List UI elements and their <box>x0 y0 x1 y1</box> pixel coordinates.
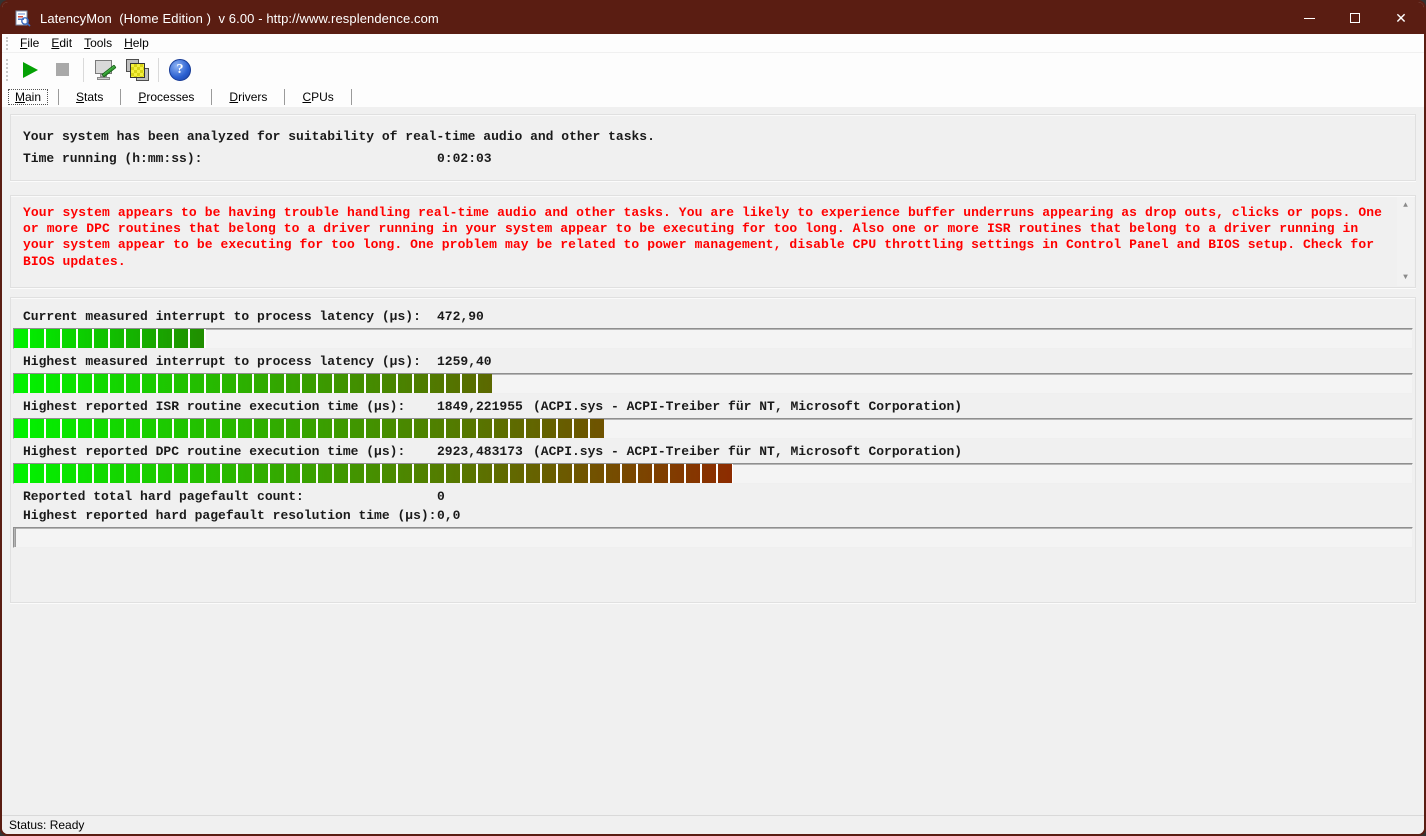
latency-bar <box>14 329 206 348</box>
latency-bar-track <box>13 463 1413 484</box>
tab-separator <box>120 88 122 105</box>
latency-stats-panel: Current measured interrupt to process la… <box>10 297 1416 603</box>
time-running-value: 0:02:03 <box>437 151 492 166</box>
latencymon-window: LatencyMon (Home Edition ) v 6.00 - http… <box>0 0 1426 836</box>
minimize-button[interactable] <box>1286 2 1332 34</box>
stat-row-dpc-time: Highest reported DPC routine execution t… <box>23 444 1413 459</box>
stat-label: Highest reported ISR routine execution t… <box>23 399 406 414</box>
zero-tick <box>15 528 16 547</box>
menubar: File Edit Tools Help <box>2 34 1424 53</box>
analysis-line: Your system has been analyzed for suitab… <box>23 129 655 144</box>
menu-edit[interactable]: Edit <box>45 34 78 52</box>
latency-bar-track <box>13 418 1413 439</box>
processes-windows-icon <box>124 58 150 82</box>
menubar-gripper[interactable] <box>6 36 8 50</box>
tab-drivers[interactable]: Drivers <box>222 89 274 105</box>
toolbar-gripper[interactable] <box>6 58 8 81</box>
stat-extra: (ACPI.sys - ACPI-Treiber für NT, Microso… <box>533 444 963 459</box>
toolbar: ? <box>2 53 1424 86</box>
toolbar-separator <box>83 57 84 82</box>
status-text: Status: Ready <box>9 818 85 832</box>
analysis-report-panel: Your system has been analyzed for suitab… <box>10 114 1416 181</box>
pagefault-bar-track <box>13 527 1413 548</box>
stat-row-pagefault-count: Reported total hard pagefault count: 0 <box>23 489 1413 504</box>
tab-separator <box>284 88 286 105</box>
stat-label: Reported total hard pagefault count: <box>23 489 304 504</box>
warning-scrollbar[interactable]: ▲ ▼ <box>1397 197 1414 286</box>
maximize-icon <box>1350 13 1360 23</box>
stat-value: 1849,221955 <box>437 399 523 414</box>
scroll-up-icon[interactable]: ▲ <box>1397 197 1414 214</box>
help-button[interactable]: ? <box>165 56 195 84</box>
window-title: LatencyMon (Home Edition ) v 6.00 - http… <box>40 10 439 26</box>
close-button[interactable]: ✕ <box>1378 2 1424 34</box>
tab-separator <box>350 88 352 105</box>
help-icon: ? <box>169 58 191 81</box>
stop-icon <box>55 63 69 76</box>
stat-value: 1259,40 <box>437 354 492 369</box>
stat-row-current-latency: Current measured interrupt to process la… <box>23 309 1413 324</box>
stat-row-highest-latency: Highest measured interrupt to process la… <box>23 354 1413 369</box>
statusbar: Status: Ready <box>2 815 1424 834</box>
maximize-button[interactable] <box>1332 2 1378 34</box>
analyze-monitor-icon <box>93 58 117 82</box>
stat-label: Highest measured interrupt to process la… <box>23 354 421 369</box>
stat-label: Highest reported hard pagefault resoluti… <box>23 508 437 523</box>
stat-label: Current measured interrupt to process la… <box>23 309 421 324</box>
analyze-button[interactable] <box>90 56 120 84</box>
warning-panel: Your system appears to be having trouble… <box>10 195 1416 288</box>
tab-stats[interactable]: Stats <box>69 89 110 105</box>
time-running-label: Time running (h:mm:ss): <box>23 151 203 166</box>
tab-separator <box>211 88 213 105</box>
scroll-down-icon[interactable]: ▼ <box>1397 269 1414 286</box>
tab-main[interactable]: Main <box>8 88 49 105</box>
close-icon: ✕ <box>1395 10 1407 26</box>
stat-value: 0 <box>437 489 445 504</box>
processes-button[interactable] <box>122 56 152 84</box>
tab-processes[interactable]: Processes <box>131 89 201 105</box>
latency-bar <box>14 374 493 393</box>
menu-file[interactable]: File <box>14 34 45 52</box>
main-content: Your system has been analyzed for suitab… <box>2 107 1424 815</box>
stat-value: 0,0 <box>437 508 461 523</box>
tab-bar: Main Stats Processes Drivers CPUs <box>2 86 1424 107</box>
stat-extra: (ACPI.sys - ACPI-Treiber für NT, Microso… <box>533 399 963 414</box>
latency-bar <box>14 464 733 483</box>
app-icon <box>15 10 31 27</box>
stat-value: 472,90 <box>437 309 484 324</box>
menu-help[interactable]: Help <box>118 34 155 52</box>
stat-row-pagefault-time: Highest reported hard pagefault resoluti… <box>23 508 1413 523</box>
latency-bar-track <box>13 373 1413 394</box>
start-monitor-button[interactable] <box>15 56 45 84</box>
menu-tools[interactable]: Tools <box>78 34 118 52</box>
titlebar: LatencyMon (Home Edition ) v 6.00 - http… <box>2 2 1424 34</box>
stat-row-isr-time: Highest reported ISR routine execution t… <box>23 399 1413 414</box>
minimize-icon <box>1303 17 1315 19</box>
stat-value: 2923,483173 <box>437 444 523 459</box>
stop-monitor-button[interactable] <box>47 56 77 84</box>
latency-bar-track <box>13 328 1413 349</box>
play-icon <box>22 61 38 78</box>
tab-cpus[interactable]: CPUs <box>295 89 340 105</box>
tab-separator <box>58 88 60 105</box>
warning-text: Your system appears to be having trouble… <box>23 205 1383 269</box>
latency-bar <box>14 419 604 438</box>
toolbar-separator <box>158 57 159 82</box>
stat-label: Highest reported DPC routine execution t… <box>23 444 406 459</box>
